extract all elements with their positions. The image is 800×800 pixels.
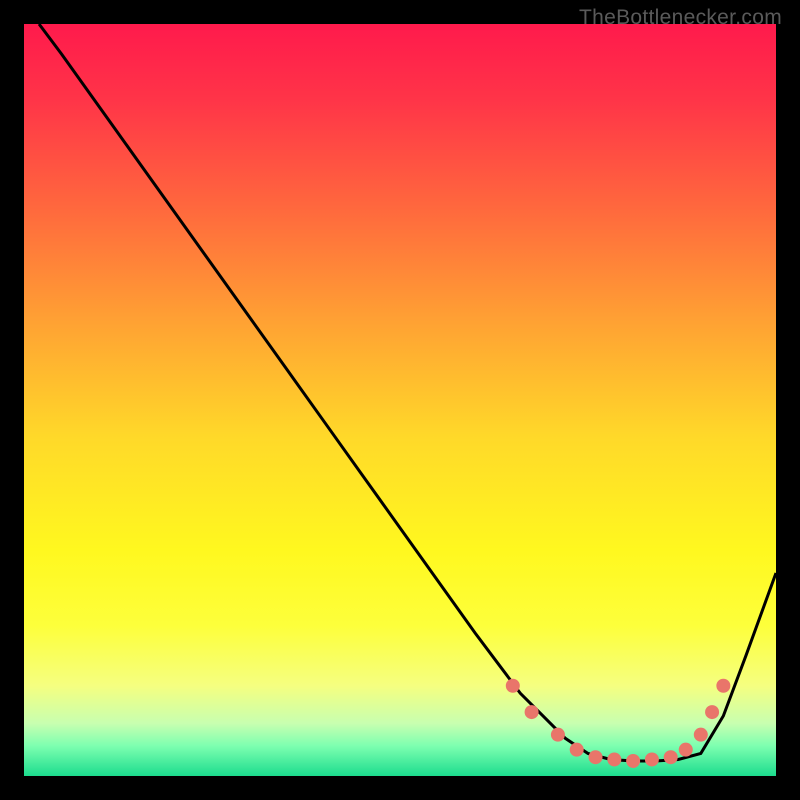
highlight-marker	[506, 679, 520, 693]
highlight-marker	[645, 752, 659, 766]
watermark-text: TheBottleneсker.com	[579, 6, 782, 30]
highlight-marker	[607, 752, 621, 766]
chart-plot-area	[24, 24, 776, 776]
highlight-marker	[694, 728, 708, 742]
highlight-marker	[570, 743, 584, 757]
highlight-marker	[626, 754, 640, 768]
highlight-marker	[664, 750, 678, 764]
highlight-marker	[589, 750, 603, 764]
highlight-marker	[551, 728, 565, 742]
chart-curve-layer	[24, 24, 776, 776]
highlight-marker	[705, 705, 719, 719]
bottleneck-curve-line	[39, 24, 776, 761]
highlight-marker	[716, 679, 730, 693]
highlight-marker	[679, 743, 693, 757]
highlight-marker	[525, 705, 539, 719]
